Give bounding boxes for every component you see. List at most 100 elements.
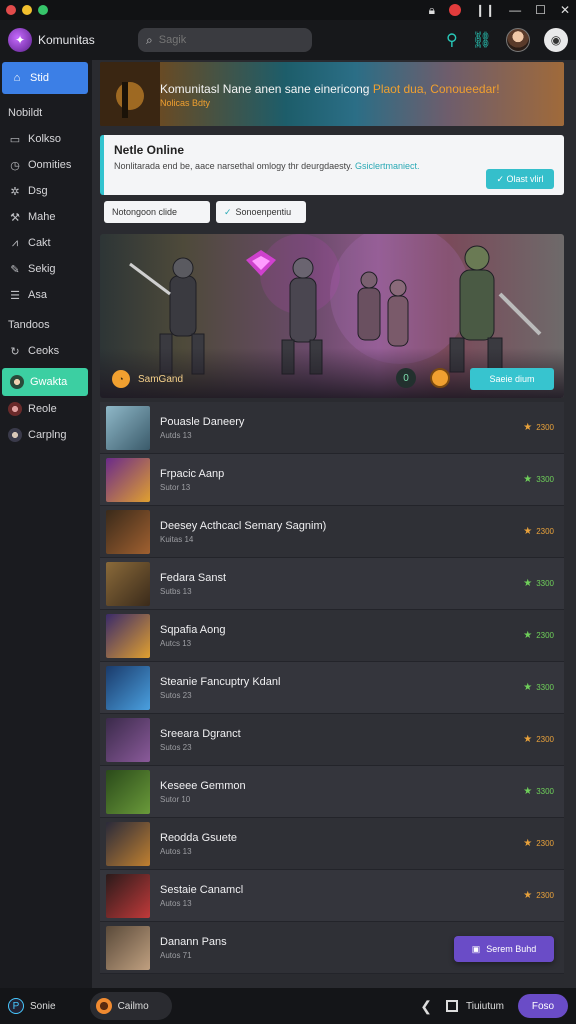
list-item-title: Sqpafia Aong bbox=[160, 623, 226, 636]
star-icon: ★ bbox=[523, 838, 533, 849]
app-logo-icon[interactable]: ✦ bbox=[8, 28, 32, 52]
list-item[interactable]: Fedara Sanst Sutbs 13 ★ 3300 bbox=[100, 558, 564, 610]
main-content: Komunitasl Nane anen sane einericong Pla… bbox=[92, 60, 576, 988]
bottom-tab[interactable]: Tiuiutum bbox=[446, 1000, 504, 1012]
list-item[interactable]: Sestaie Canamcl Autos 13 ★ 2300 bbox=[100, 870, 564, 922]
game-list: Pouasle Daneery Autds 13 ★ 2300 Frpacic Aanp… bbox=[100, 402, 564, 974]
user-avatar[interactable] bbox=[506, 28, 530, 52]
search-icon[interactable]: ⚲ bbox=[446, 30, 458, 50]
filter-dropdown[interactable]: Notongoon clide bbox=[104, 201, 210, 223]
sidebar-item-label: Oomities bbox=[28, 159, 72, 171]
list-item-subtitle: Autds 13 bbox=[160, 430, 192, 440]
list-item[interactable]: Sreeara Dgranct Sutos 23 ★ 2300 bbox=[100, 714, 564, 766]
search-bar[interactable]: ⌕ bbox=[138, 28, 312, 52]
hero-counter[interactable]: 0 bbox=[396, 368, 416, 388]
rating: ★ 2300 bbox=[514, 422, 554, 433]
list-item[interactable]: Frpacic Aanp Sutor 13 ★ 3300 bbox=[100, 454, 564, 506]
game-thumbnail bbox=[106, 613, 150, 658]
maximize-window-dot[interactable] bbox=[38, 5, 48, 15]
notice-title: Netle Online bbox=[114, 143, 185, 157]
sidebar-item-active-community[interactable]: Gwakta bbox=[2, 368, 88, 396]
close-window-dot[interactable] bbox=[6, 5, 16, 15]
list-item-title: Reodda Gsuete bbox=[160, 831, 238, 844]
rating-value: 3300 bbox=[536, 787, 554, 796]
list-item-title: Frpacic Aanp bbox=[160, 467, 225, 480]
wrench-icon: ⚒ bbox=[10, 211, 20, 224]
star-icon: ★ bbox=[523, 526, 533, 537]
link-icon[interactable]: ⛓︎ bbox=[472, 30, 492, 50]
bottom-action-button[interactable]: Foso bbox=[518, 994, 568, 1018]
rating: ★ 2300 bbox=[514, 890, 554, 901]
user-avatar-icon bbox=[8, 428, 22, 442]
list-item-text: Sestaie Canamcl Autos 13 bbox=[160, 884, 514, 908]
list-item-title: Pouasle Daneery bbox=[160, 415, 245, 428]
sidebar-item[interactable]: ✎ Sekig bbox=[0, 256, 92, 282]
list-item-text: Keseee Gemmon Sutor 10 bbox=[160, 780, 514, 804]
list-item[interactable]: Sqpafia Aong Autcs 13 ★ 2300 bbox=[100, 610, 564, 662]
sidebar-item[interactable]: ◷ Oomities bbox=[0, 152, 92, 178]
sidebar-item-label: Cakt bbox=[28, 237, 51, 249]
list-item-subtitle: Autcs 13 bbox=[160, 638, 192, 648]
sidebar-item-label: Asa bbox=[28, 289, 47, 301]
sidebar-item[interactable]: ✲ Dsg bbox=[0, 178, 92, 204]
sidebar-item[interactable]: Carplng bbox=[0, 422, 92, 448]
star-icon: ★ bbox=[523, 734, 533, 745]
sidebar-item-label: Sekig bbox=[28, 263, 56, 275]
search-input[interactable] bbox=[158, 34, 289, 46]
list-item[interactable]: Steanie Fancuptry Kdanl Sutos 23 ★ 3300 bbox=[100, 662, 564, 714]
hero-coin-button[interactable] bbox=[430, 368, 450, 388]
window-titlebar: 🔒︎ ❙❙ — ☐ ✕ bbox=[0, 0, 576, 20]
minimize-icon[interactable]: — bbox=[509, 3, 521, 17]
rating: ★ 2300 bbox=[514, 630, 554, 641]
minimize-window-dot[interactable] bbox=[22, 5, 32, 15]
notice-action-button[interactable]: ✓ Olast vlirl bbox=[486, 169, 554, 189]
sidebar-item-label: Mahe bbox=[28, 211, 56, 223]
sidebar-item[interactable]: ⚒ Mahe bbox=[0, 204, 92, 230]
user-avatar-icon bbox=[10, 375, 24, 389]
list-item[interactable]: Keseee Gemmon Sutor 10 ★ 3300 bbox=[100, 766, 564, 818]
restore-icon[interactable]: ☐ bbox=[535, 3, 546, 17]
back-arrow-icon[interactable]: ❮ bbox=[420, 998, 432, 1015]
hero-action-button[interactable]: Saeie dium bbox=[470, 368, 554, 390]
sidebar-item[interactable]: Reole bbox=[0, 396, 92, 422]
list-item-subtitle: Kuitas 14 bbox=[160, 534, 194, 544]
user-avatar-icon bbox=[8, 402, 22, 416]
record-icon bbox=[449, 4, 462, 16]
hero-banner[interactable]: ◔ SamGand 0 Saeie dium bbox=[100, 234, 564, 398]
coin-icon: ◔ bbox=[112, 370, 130, 388]
bottom-game-chip[interactable]: Cailmo bbox=[89, 992, 172, 1020]
sidebar-item[interactable]: ↻ Ceoks bbox=[0, 338, 92, 364]
rating-value: 2300 bbox=[536, 527, 554, 536]
pause-icon[interactable]: ❙❙ bbox=[475, 3, 495, 17]
sidebar-item[interactable]: ⩘ Cakt bbox=[0, 230, 92, 256]
rating-value: 3300 bbox=[536, 683, 554, 692]
rating-value: 3300 bbox=[536, 475, 554, 484]
list-icon: ☰ bbox=[10, 289, 20, 302]
sidebar-section-title: Nobildt bbox=[8, 107, 43, 119]
community-banner[interactable]: Komunitasl Nane anen sane einericong Pla… bbox=[100, 62, 564, 126]
list-item[interactable]: Reodda Gsuete Autos 13 ★ 2300 bbox=[100, 818, 564, 870]
sidebar-item-active[interactable]: ⌂ Stid bbox=[2, 62, 88, 94]
profile-icon: P bbox=[8, 998, 24, 1014]
sidebar-item[interactable]: ▭ Kolkso bbox=[0, 126, 92, 152]
list-item-text: Deesey Acthcacl Semary Sagnim) Kuitas 14 bbox=[160, 520, 514, 544]
close-icon[interactable]: ✕ bbox=[560, 3, 570, 17]
floating-action-button[interactable]: ▣ Serem Buhd bbox=[454, 936, 554, 962]
list-item-title: Deesey Acthcacl Semary Sagnim) bbox=[160, 519, 327, 532]
list-item-title: Steanie Fancuptry Kdanl bbox=[160, 675, 281, 688]
filter-chip[interactable]: ✓ Sonoenpentiu bbox=[216, 201, 306, 223]
list-item[interactable]: Pouasle Daneery Autds 13 ★ 2300 bbox=[100, 402, 564, 454]
bottom-profile[interactable]: P Sonie bbox=[8, 998, 56, 1014]
game-thumbnail bbox=[106, 509, 150, 554]
pen-icon: ✎ bbox=[10, 263, 20, 276]
rating-value: 2300 bbox=[536, 891, 554, 900]
sidebar-item[interactable]: ☰ Asa bbox=[0, 282, 92, 308]
rating-value: 3300 bbox=[536, 579, 554, 588]
rating: ★ 2300 bbox=[514, 526, 554, 537]
rating: ★ 3300 bbox=[514, 682, 554, 693]
list-item[interactable]: Deesey Acthcacl Semary Sagnim) Kuitas 14 ★… bbox=[100, 506, 564, 558]
notice-link[interactable]: Gsiclertmaniect. bbox=[355, 161, 420, 171]
rating-value: 2300 bbox=[536, 735, 554, 744]
camera-icon[interactable]: ◉ bbox=[544, 28, 568, 52]
game-thumbnail bbox=[106, 457, 150, 502]
